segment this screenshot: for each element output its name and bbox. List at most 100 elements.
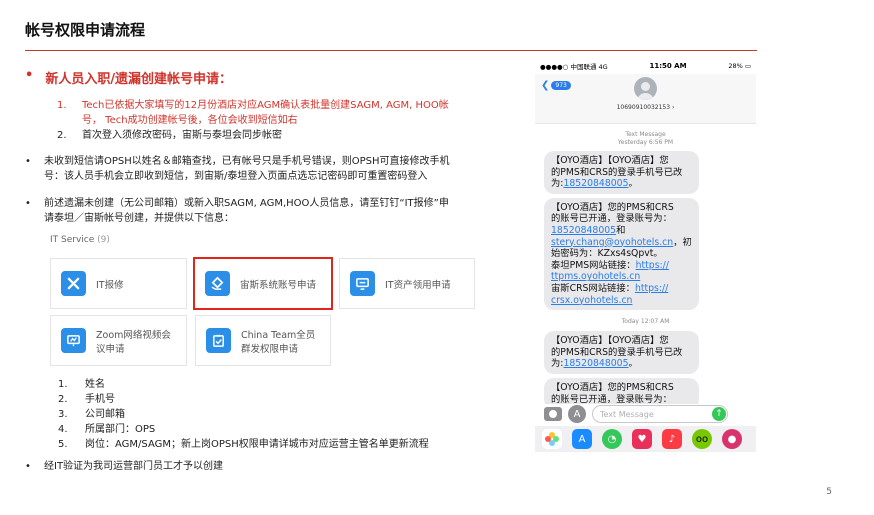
- carrier-info: ●●●●○ 中国联通 4G: [540, 61, 608, 71]
- url-link[interactable]: crsx.oyohotels.cn: [551, 295, 632, 306]
- sender-number[interactable]: 10690910032153 ›: [535, 104, 756, 111]
- app-store-app-icon[interactable]: A: [572, 429, 592, 449]
- message-bubble[interactable]: 【OYO酒店】【OYO酒店】您 的PMS和CRS的登录手机号已改 为:18520…: [544, 331, 699, 374]
- avatar[interactable]: [634, 77, 657, 100]
- camera-icon[interactable]: [544, 407, 562, 421]
- list-text: 姓名: [85, 379, 105, 390]
- list-item: 4. 所属部门：OPS: [58, 422, 429, 437]
- send-icon[interactable]: ↑: [712, 407, 726, 421]
- message-text: 为:: [551, 178, 564, 190]
- phone-link[interactable]: 18520848005: [551, 225, 616, 236]
- paragraph-sms-missing: • 未收到短信请OPSH以姓名＆邮箱查找，已有帐号只是手机号错误，则OPSH可直…: [25, 154, 525, 184]
- list-text: 岗位：AGM/SAGM；新上岗OPSH权限申请详城市对应运营主管名单更新流程: [85, 439, 429, 450]
- message-text: 【OYO酒店】您的PMS和CRS: [551, 381, 674, 393]
- sms-screenshot: ●●●●○ 中国联通 4G 11:50 AM 28% ▭ ❮ 973 10690…: [535, 58, 756, 452]
- list-text: Tech已依据大家填写的12月份酒店对应AGM确认表批量创建SAGM, AGM,…: [82, 100, 449, 111]
- owl-app-icon[interactable]: oo: [692, 429, 712, 449]
- list-text: 首次登入须修改密码，宙斯与泰坦会同步帐密: [82, 130, 282, 141]
- tile-zoom-meeting-request[interactable]: Zoom网络视频会 议申请: [50, 315, 187, 366]
- paragraph-text: 经IT验证为我司运营部门员工才予以创建: [44, 461, 224, 472]
- carrier-name: 中国联通: [570, 63, 597, 71]
- list-item: 3. 公司邮箱: [58, 407, 429, 422]
- sender-text: 10690910032153: [616, 104, 671, 111]
- page-title: 帐号权限申请流程: [25, 21, 146, 39]
- list-number: 1.: [57, 100, 67, 111]
- tile-label: IT报修: [96, 279, 124, 291]
- heading-text: 新人员入职/遗漏创建帐号申请：: [45, 72, 233, 87]
- message-text: 宙斯CRS网站链接：: [551, 282, 635, 294]
- phone-link[interactable]: 18520848005: [563, 358, 628, 369]
- message-text: 的PMS和CRS的登录手机号已改: [551, 166, 683, 178]
- tile-label: IT资产领用申请: [385, 279, 451, 291]
- message-text: 始密码为：KZxs4sQpvt。: [551, 248, 663, 260]
- tile-label: Zoom网络视频会: [96, 329, 171, 341]
- meta-text: Today 12:07 AM: [621, 318, 670, 326]
- tile-zeus-account-request[interactable]: 宙斯系统账号申请: [193, 257, 333, 310]
- tile-china-team-broadcast-request[interactable]: China Team全员 群发权限申请: [195, 315, 331, 366]
- music-app-icon[interactable]: ♪: [662, 429, 682, 449]
- list-text: 所属部门：OPS: [85, 424, 156, 435]
- tile-label: 议申请: [96, 343, 125, 355]
- tile-label: 群发权限申请: [241, 343, 299, 355]
- creation-steps-list: 1. Tech已依据大家填写的12月份酒店对应AGM确认表批量创建SAGM, A…: [57, 98, 527, 143]
- chevron-left-icon: ❮: [541, 80, 550, 91]
- meta-text: Yesterday 6:56 PM: [617, 139, 674, 146]
- message-bubble[interactable]: 【OYO酒店】您的PMS和CRS 的账号已开通，登录账号为： 185208480…: [544, 197, 699, 311]
- monitor-chat-icon: [350, 271, 375, 296]
- list-number: 2.: [58, 394, 68, 405]
- url-link[interactable]: ttpms.oyohotels.cn: [551, 271, 640, 282]
- timestamp: Text Message Yesterday 6:56 PM: [535, 131, 756, 147]
- unread-badge: 973: [551, 81, 571, 90]
- message-input-placeholder: Text Message: [600, 409, 654, 419]
- list-text: 手机号: [85, 394, 115, 405]
- message-text: 。: [628, 178, 638, 190]
- message-bubble[interactable]: 【OYO酒店】【OYO酒店】您 的PMS和CRS的登录手机号已改 为:18520…: [544, 151, 699, 194]
- list-text: 号， Tech成功创建帐号後，各位会收到短信如右: [82, 115, 298, 126]
- list-item: 1. 姓名: [58, 377, 429, 392]
- list-number: 1.: [58, 379, 68, 390]
- message-text: 【OYO酒店】【OYO酒店】您: [551, 335, 669, 347]
- message-text: ，初: [673, 236, 692, 248]
- tools-icon: [61, 271, 86, 296]
- app-store-icon[interactable]: A: [568, 405, 586, 423]
- timestamp: Today 12:07 AM: [535, 318, 756, 326]
- message-text: 泰坦PMS网站链接：: [551, 259, 636, 271]
- clock: 11:50 AM: [649, 62, 687, 70]
- heading-bullet: •: [25, 68, 34, 83]
- url-link[interactable]: https://: [636, 260, 669, 271]
- more-apps-icon[interactable]: ●: [722, 429, 742, 449]
- heart-app-icon[interactable]: ♥: [632, 429, 652, 449]
- network-type: 4G: [598, 63, 608, 71]
- tile-label: 宙斯系统账号申请: [240, 279, 317, 291]
- list-item: 2. 手机号: [58, 392, 429, 407]
- list-number: 3.: [58, 409, 68, 420]
- list-item: 2. 首次登入须修改密码，宙斯与泰坦会同步帐密: [57, 128, 527, 143]
- page-number: 5: [826, 487, 832, 497]
- battery-icon: ▭: [744, 62, 751, 70]
- status-bar: ●●●●○ 中国联通 4G 11:50 AM 28% ▭: [535, 58, 756, 74]
- message-composer: A Text Message ↑: [535, 404, 756, 424]
- clipboard-check-icon: [206, 328, 231, 353]
- tile-it-repair[interactable]: IT报修: [50, 258, 187, 309]
- paragraph-it-request: • 前述遗漏未创建（无公司邮箱）或新入职SAGM, AGM,HOO人员信息，请至…: [25, 196, 525, 226]
- tile-it-asset-request[interactable]: IT资产领用申请: [339, 258, 475, 309]
- section-heading: • 新人员入职/遗漏创建帐号申请：: [25, 68, 232, 87]
- it-service-count: (9): [97, 235, 110, 245]
- message-input[interactable]: Text Message ↑: [592, 405, 728, 423]
- it-service-label: IT Service (9): [50, 235, 110, 245]
- list-item: 1. Tech已依据大家填写的12月份酒店对应AGM确认表批量创建SAGM, A…: [57, 98, 527, 128]
- message-text: 的PMS和CRS的登录手机号已改: [551, 346, 683, 358]
- paragraph-text: 请泰坦／宙斯帐号创建，并提供以下信息：: [44, 213, 234, 224]
- back-button[interactable]: ❮ 973: [541, 80, 571, 91]
- photos-app-icon[interactable]: [542, 429, 562, 449]
- list-number: 5.: [58, 439, 68, 450]
- activity-app-icon[interactable]: ◔: [602, 429, 622, 449]
- battery-percent: 28%: [728, 62, 743, 70]
- title-divider: [25, 50, 757, 51]
- list-number: 4.: [58, 424, 68, 435]
- list-item: 5. 岗位：AGM/SAGM；新上岗OPSH权限申请详城市对应运营主管名单更新流程: [58, 437, 429, 452]
- email-link[interactable]: stery.chang@oyohotels.cn: [551, 237, 673, 248]
- signal-icon: ●●●●○: [540, 63, 569, 71]
- url-link[interactable]: https://: [635, 283, 668, 294]
- phone-link[interactable]: 18520848005: [563, 178, 628, 189]
